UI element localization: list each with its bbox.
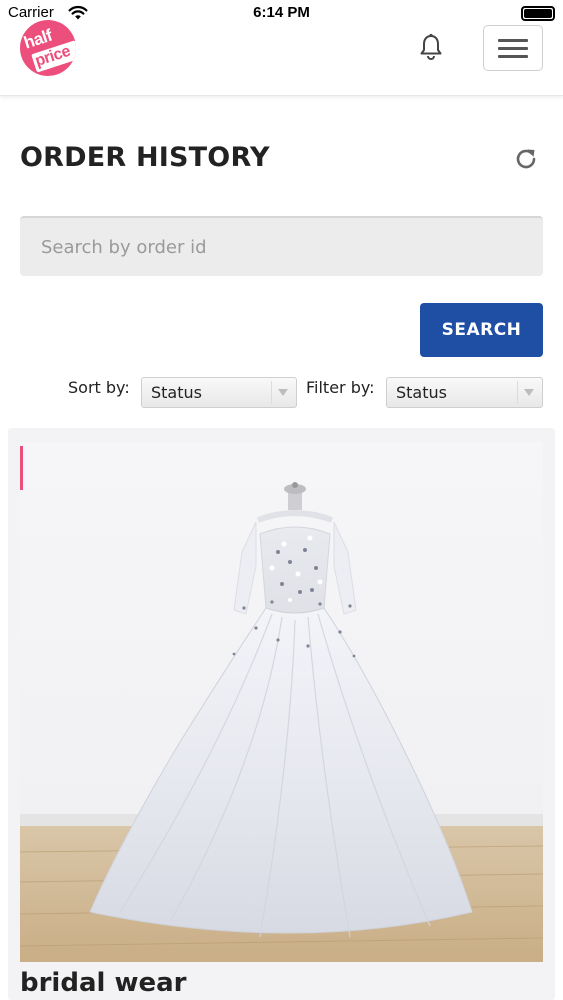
sort-label: Sort by: (68, 378, 130, 397)
refresh-icon[interactable] (513, 146, 539, 172)
chevron-down-icon (524, 389, 534, 396)
search-box (20, 216, 543, 276)
filter-select-value: Status (396, 383, 447, 402)
sort-select[interactable]: Status (141, 377, 297, 408)
page-title: ORDER HISTORY (20, 142, 270, 173)
app-header: half price (0, 0, 563, 96)
bell-icon[interactable] (418, 33, 444, 61)
filter-label: Filter by: (306, 378, 375, 397)
half-price-logo[interactable]: half price (12, 12, 84, 84)
chevron-down-icon (278, 389, 288, 396)
product-image[interactable] (20, 442, 543, 962)
hamburger-menu-icon (498, 39, 528, 42)
menu-button[interactable] (483, 25, 543, 71)
product-name[interactable]: bridal wear (20, 968, 187, 998)
sort-select-value: Status (151, 383, 202, 402)
wedding-dress-image (20, 482, 543, 962)
card-accent-bar (20, 446, 23, 490)
filter-select[interactable]: Status (386, 377, 543, 408)
search-input[interactable] (20, 218, 543, 276)
search-button[interactable]: SEARCH (420, 303, 543, 357)
